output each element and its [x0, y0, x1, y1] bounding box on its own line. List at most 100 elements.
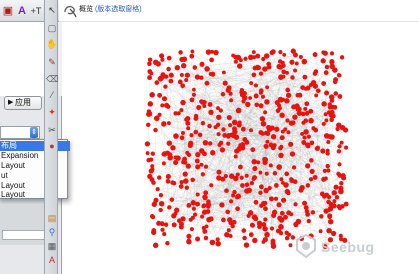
graph-node[interactable] [160, 103, 165, 108]
graph-node[interactable] [278, 50, 283, 55]
graph-node[interactable] [179, 73, 184, 77]
graph-node[interactable] [270, 49, 276, 55]
graph-node[interactable] [312, 71, 318, 76]
graph-node[interactable] [320, 148, 326, 154]
graph-node[interactable] [230, 224, 235, 229]
graph-node[interactable] [251, 176, 256, 181]
graph-node[interactable] [184, 77, 189, 83]
graph-node[interactable] [302, 135, 307, 140]
graph-node[interactable] [336, 171, 341, 176]
graph-node[interactable] [320, 58, 326, 64]
graph-node[interactable] [185, 116, 191, 122]
graph-node[interactable] [173, 160, 179, 166]
graph-node[interactable] [163, 84, 168, 89]
graph-node[interactable] [215, 240, 221, 247]
graph-node[interactable] [194, 74, 200, 80]
graph-node[interactable] [270, 133, 277, 140]
graph-node[interactable] [210, 71, 216, 77]
graph-node[interactable] [210, 49, 215, 54]
graph-node[interactable] [179, 108, 184, 113]
pointer-tool-icon[interactable]: ↖ [46, 4, 58, 16]
graph-node[interactable] [263, 143, 269, 149]
graph-node[interactable] [337, 162, 342, 167]
graph-node[interactable] [340, 173, 346, 179]
graph-node[interactable] [207, 123, 212, 129]
graph-node[interactable] [202, 194, 208, 200]
graph-node[interactable] [179, 135, 185, 141]
size-tool-icon[interactable]: ✂ [46, 124, 58, 136]
graph-node[interactable] [197, 132, 203, 138]
graph-node[interactable] [273, 196, 279, 201]
graph-node[interactable] [207, 102, 213, 107]
graph-node[interactable] [209, 216, 214, 221]
graph-node[interactable] [176, 218, 182, 224]
graph-node[interactable] [305, 163, 311, 169]
graph-node[interactable] [199, 75, 204, 80]
graph-node[interactable] [240, 126, 246, 132]
graph-node[interactable] [327, 105, 333, 110]
graph-node[interactable] [218, 108, 223, 113]
graph-node[interactable] [174, 207, 180, 213]
graph-node[interactable] [165, 178, 171, 184]
graph-node[interactable] [282, 53, 287, 57]
graph-node[interactable] [224, 188, 229, 194]
graph-node[interactable] [221, 70, 226, 75]
graph-node[interactable] [243, 56, 248, 61]
graph-node[interactable] [280, 63, 286, 68]
graph-node[interactable] [276, 164, 282, 170]
graph-node[interactable] [209, 239, 216, 246]
graph-node[interactable] [216, 169, 222, 175]
graph-node[interactable] [289, 177, 294, 182]
graph-node[interactable] [336, 73, 341, 78]
graph-node[interactable] [278, 146, 283, 151]
graph-node[interactable] [158, 207, 163, 213]
graph-node[interactable] [166, 140, 173, 146]
graph-node[interactable] [190, 200, 196, 206]
graph-node[interactable] [147, 61, 152, 67]
graph-node[interactable] [220, 91, 226, 97]
graph-node[interactable] [236, 122, 242, 128]
graph-node[interactable] [276, 202, 282, 208]
graph-node[interactable] [249, 180, 255, 186]
graph-node[interactable] [221, 127, 226, 132]
graph-node[interactable] [235, 107, 242, 114]
painter-tool-icon[interactable]: ▤ [46, 212, 58, 224]
graph-node[interactable] [326, 199, 331, 205]
graph-node[interactable] [248, 54, 254, 61]
graph-node[interactable] [306, 218, 311, 224]
graph-node[interactable] [148, 168, 154, 174]
graph-node[interactable] [186, 126, 191, 131]
graph-node[interactable] [337, 144, 342, 149]
graph-node[interactable] [196, 104, 202, 111]
graph-node[interactable] [216, 114, 222, 121]
graph-node[interactable] [253, 216, 259, 222]
font-size-increase-icon[interactable]: +T [29, 3, 43, 19]
graph-node[interactable] [150, 151, 155, 156]
graph-node[interactable] [305, 212, 310, 217]
graph-node[interactable] [276, 103, 282, 108]
graph-node[interactable] [252, 65, 258, 71]
graph-node[interactable] [175, 155, 181, 161]
graph-node[interactable] [258, 170, 263, 175]
graph-node[interactable] [265, 131, 271, 137]
graph-node[interactable] [189, 133, 194, 138]
graph-node[interactable] [190, 177, 196, 183]
graph-node[interactable] [250, 147, 256, 153]
graph-node[interactable] [231, 119, 238, 126]
graph-node[interactable] [248, 128, 254, 133]
graph-node[interactable] [304, 101, 310, 107]
graph-node[interactable] [324, 118, 329, 123]
rectangle-select-icon[interactable]: ▢ [46, 22, 58, 34]
graph-node[interactable] [319, 191, 325, 197]
graph-node[interactable] [189, 227, 194, 232]
graph-node[interactable] [258, 190, 263, 195]
graph-node[interactable] [160, 57, 165, 62]
graph-node[interactable] [255, 53, 261, 59]
graph-node[interactable] [283, 182, 289, 188]
graph-node[interactable] [215, 237, 220, 242]
graph-node[interactable] [182, 171, 188, 177]
graph-node[interactable] [180, 83, 186, 89]
graph-node[interactable] [336, 149, 342, 154]
graph-node[interactable] [343, 201, 349, 207]
graph-node[interactable] [210, 150, 216, 156]
